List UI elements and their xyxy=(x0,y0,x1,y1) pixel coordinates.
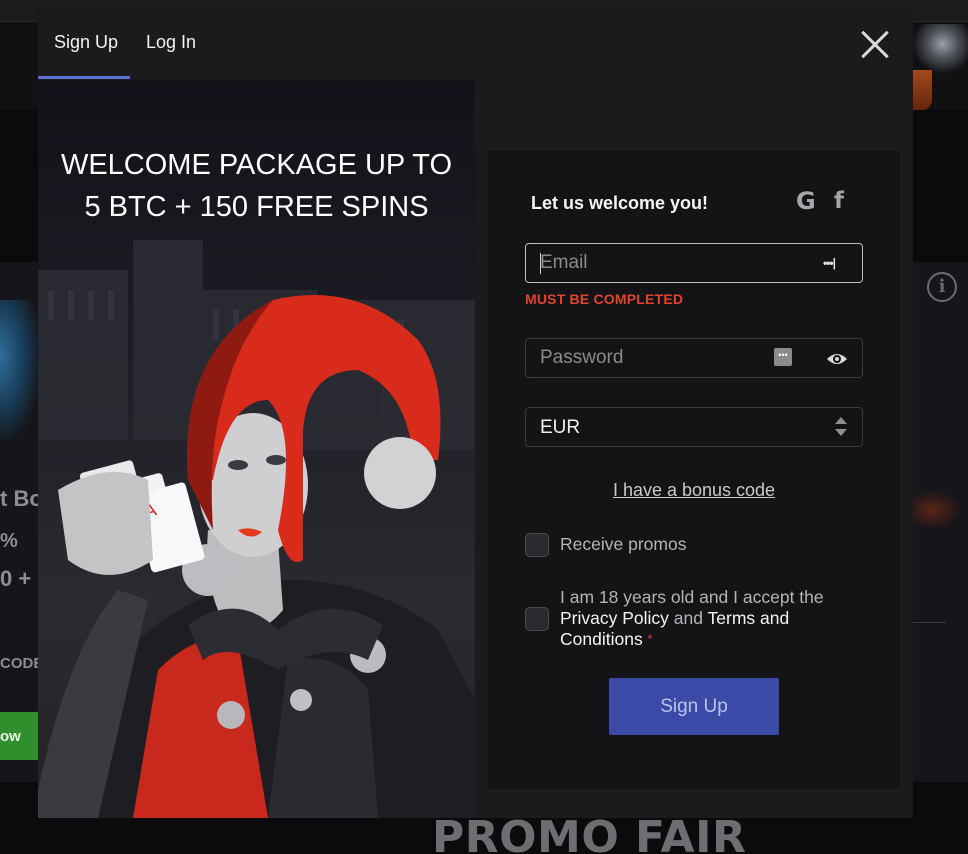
password-manager-icon[interactable]: •••| xyxy=(823,256,841,270)
background-banner-text: CODE xyxy=(0,655,38,672)
promo-title-line: WELCOME PACKAGE UP TO xyxy=(60,149,453,181)
accept-terms-checkbox[interactable] xyxy=(525,607,549,631)
background-promo-heading: PROMO FAIR xyxy=(432,812,747,854)
text-caret xyxy=(540,253,541,274)
currency-select[interactable]: EUR xyxy=(525,407,863,447)
facebook-icon[interactable]: f xyxy=(834,188,844,214)
promo-jester-illustration: A ♥ ♠ xyxy=(38,240,475,818)
terms-prefix: I am 18 years old and I accept the xyxy=(560,587,824,607)
promo-title-line: 5 BTC + 150 FREE SPINS xyxy=(84,191,429,223)
background-banner-text: t Bo xyxy=(0,486,38,511)
modal-tabs: Sign Up Log In xyxy=(38,8,913,80)
info-icon[interactable]: i xyxy=(927,272,957,302)
form-heading: Let us welcome you! xyxy=(531,193,709,213)
background-banner-text: % xyxy=(0,530,18,552)
email-field: •••| xyxy=(525,243,863,283)
close-icon[interactable] xyxy=(860,30,890,60)
tab-sign-up[interactable]: Sign Up xyxy=(54,32,118,53)
terms-and: and xyxy=(673,608,703,628)
background-divider xyxy=(912,622,946,623)
background-banner-text: 0 + 5 xyxy=(0,566,38,591)
promo-title: WELCOME PACKAGE UP TO 5 BTC + 150 FREE S… xyxy=(38,144,475,228)
password-field: ••• xyxy=(525,338,863,378)
background-decoration xyxy=(912,70,932,110)
background-cta-button[interactable]: ow xyxy=(0,712,38,760)
email-error: MUST BE COMPLETED xyxy=(525,291,684,307)
sign-up-button[interactable]: Sign Up xyxy=(609,678,779,735)
required-mark: * xyxy=(647,632,653,646)
accept-terms-label: I am 18 years old and I accept the Priva… xyxy=(560,587,860,650)
email-input[interactable] xyxy=(540,244,800,282)
active-tab-indicator xyxy=(38,76,130,79)
privacy-policy-link[interactable]: Privacy Policy xyxy=(560,608,669,628)
background-character-image xyxy=(0,300,40,440)
signup-modal: Sign Up Log In A WELCOME PACKAGE UP TO 5… xyxy=(38,8,913,818)
signup-form: Let us welcome you! G f •••| MUST BE COM… xyxy=(488,151,900,789)
background-chip-image xyxy=(912,24,968,74)
background-decoration xyxy=(912,490,962,530)
signup-form-panel: Let us welcome you! G f •••| MUST BE COM… xyxy=(475,80,913,818)
password-input[interactable] xyxy=(540,339,800,377)
bonus-code-link[interactable]: I have a bonus code xyxy=(488,480,900,501)
currency-value: EUR xyxy=(540,417,581,438)
eye-icon[interactable] xyxy=(826,351,848,367)
promo-panel: A ♥ ♠ WELCOME PACKAGE UP TO 5 BTC + 150 … xyxy=(38,80,475,818)
receive-promos-label: Receive promos xyxy=(560,534,687,554)
tab-log-in[interactable]: Log In xyxy=(146,32,196,53)
receive-promos-checkbox[interactable] xyxy=(525,533,549,557)
select-arrows-icon xyxy=(834,417,848,439)
google-icon[interactable]: G xyxy=(796,187,816,215)
password-manager-icon[interactable]: ••• xyxy=(774,348,792,366)
